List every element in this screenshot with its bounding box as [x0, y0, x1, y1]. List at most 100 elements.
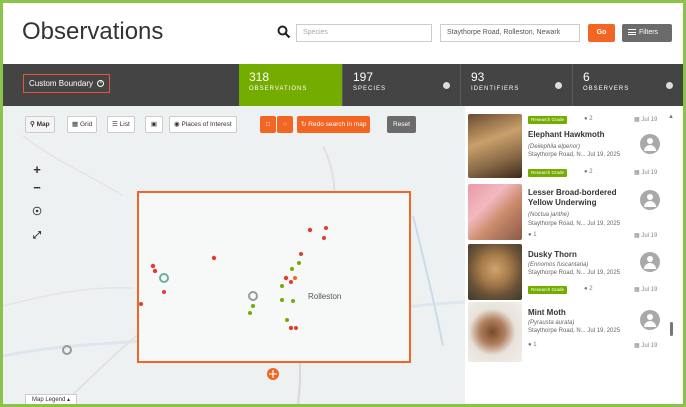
scroll-up-icon[interactable]: ▲ [668, 114, 674, 120]
info-icon [555, 82, 562, 89]
date-value: Jul 19 [641, 170, 658, 176]
place-value: Staythorpe Road, Rolleston, Newark [447, 29, 561, 36]
map-canvas [3, 135, 465, 404]
id-icon: ● [584, 116, 588, 122]
tab-species[interactable]: 197 SPECIES [343, 64, 461, 106]
id-count: ● 1 [528, 232, 537, 238]
id-count-value: 1 [533, 232, 537, 238]
observation-photo[interactable] [468, 244, 522, 300]
circle-icon: ○ [283, 121, 287, 128]
map-view-label: Map [36, 121, 50, 128]
zoom-out-button[interactable]: − [29, 180, 45, 196]
close-icon[interactable]: × [97, 80, 105, 88]
tab-observers[interactable]: 6 OBSERVERS [573, 64, 683, 106]
id-count-value: 2 [589, 286, 593, 292]
grade-badge: Research Grade [528, 116, 568, 124]
calendar-icon: ▦ [634, 287, 640, 293]
info-icon [443, 82, 450, 89]
common-name[interactable]: Lesser Broad-bordered Yellow Underwing [528, 188, 638, 208]
observation-location: Staythorpe Road, N... Jul 19, 2025 [528, 270, 621, 276]
calendar-icon: ▦ [634, 117, 640, 123]
page-title: Observations [22, 18, 164, 45]
calendar-icon: ▦ [634, 233, 640, 239]
stats-bar: Custom Boundary × 318 OBSERVATIONS 197 S… [3, 64, 683, 106]
observation-photo[interactable] [468, 184, 522, 240]
id-icon: ● [528, 342, 532, 348]
grade-badge: Research Grade [528, 169, 568, 177]
species-input[interactable]: Species [296, 24, 432, 42]
id-icon: ● [584, 169, 588, 175]
observation-date: ▦ Jul 19 [634, 342, 657, 349]
draw-rectangle-button[interactable]: □ [260, 116, 276, 133]
locate-icon[interactable]: ☉ [29, 204, 45, 220]
filters-icon [628, 29, 636, 36]
place-input[interactable]: Staythorpe Road, Rolleston, Newark [440, 24, 580, 42]
map-view-button[interactable]: ⚲ Map [25, 116, 55, 133]
id-count: ● 2 [584, 286, 593, 292]
observation-date: ▦ Jul 19 [634, 169, 657, 176]
id-icon: ● [584, 286, 588, 292]
date-value: Jul 19 [641, 343, 658, 349]
map-legend-label: Map Legend [32, 397, 66, 403]
map-legend-button[interactable]: Map Legend ▴ [25, 394, 78, 404]
search-icon[interactable] [277, 25, 291, 39]
tab-identifiers[interactable]: 93 IDENTIFIERS [461, 64, 573, 106]
observations-list: Research Grade ● 2 ▦ Jul 19 Elephant Haw… [468, 114, 680, 404]
reset-button[interactable]: Reset [387, 116, 416, 133]
observation-photo[interactable] [468, 114, 522, 178]
avatar[interactable] [640, 252, 660, 272]
id-count-value: 1 [533, 342, 537, 348]
common-name[interactable]: Elephant Hawkmoth [528, 130, 638, 140]
date-value: Jul 19 [641, 117, 658, 123]
custom-boundary-button[interactable]: Custom Boundary × [23, 74, 111, 93]
id-count: ● 2 [584, 116, 593, 122]
places-of-interest-label: Places of Interest [181, 121, 232, 128]
common-name[interactable]: Mint Moth [528, 308, 638, 318]
draw-circle-button[interactable]: ○ [277, 116, 293, 133]
rectangle-icon: □ [266, 121, 270, 128]
avatar[interactable] [640, 310, 660, 330]
map-view[interactable]: ⚲ Map ▦ Grid ☰ List ▣ ◉ Places of Intere… [3, 106, 465, 404]
id-icon: ● [528, 232, 532, 238]
list-view-label: List [119, 121, 130, 128]
town-label: Rolleston [308, 292, 342, 301]
observation-date: ▦ Jul 19 [634, 232, 657, 239]
info-icon [666, 82, 673, 89]
list-view-button[interactable]: ☰ List [107, 116, 135, 133]
observation-location: Staythorpe Road, N... Jul 19, 2025 [528, 152, 621, 158]
observation-date: ▦ Jul 19 [634, 286, 657, 293]
grid-view-button[interactable]: ▦ Grid [67, 116, 98, 133]
scrollbar[interactable] [670, 322, 673, 336]
layers-button[interactable]: ▣ [145, 116, 163, 133]
date-value: Jul 19 [641, 287, 658, 293]
common-name[interactable]: Dusky Thorn [528, 250, 638, 260]
redo-search-label: Redo search in map [308, 121, 367, 128]
redo-search-button[interactable]: ↻ Redo search in map [297, 116, 371, 133]
layers-icon: ▣ [150, 121, 158, 128]
filters-label: Filters [639, 29, 659, 36]
observation-location: Staythorpe Road, N... Jul 19, 2025 [528, 221, 621, 227]
tab-observations[interactable]: 318 OBSERVATIONS [239, 64, 343, 106]
id-count-value: 2 [589, 169, 593, 175]
observation-location: Staythorpe Road, N... Jul 19, 2025 [528, 328, 621, 334]
go-button[interactable]: Go [588, 24, 615, 42]
filters-button[interactable]: Filters [622, 24, 672, 42]
grid-view-label: Grid [79, 121, 93, 128]
avatar[interactable] [640, 134, 660, 154]
id-count: ● 1 [528, 342, 537, 348]
observation-photo[interactable] [468, 302, 522, 362]
scientific-name: (Deilephila elpenor) [528, 144, 581, 150]
observation-date: ▦ Jul 19 [634, 116, 657, 123]
scientific-name: (Pyrausta aurata) [528, 320, 575, 326]
places-of-interest-button[interactable]: ◉ Places of Interest [169, 116, 237, 133]
avatar[interactable] [640, 190, 660, 210]
zoom-in-button[interactable]: + [29, 162, 45, 178]
fullscreen-icon[interactable]: ⤢ [29, 228, 45, 244]
map-pin-icon: ⚲ [30, 121, 35, 128]
grade-badge: Research Grade [528, 286, 568, 294]
species-placeholder: Species [303, 29, 328, 36]
scientific-name: (Noctua janthe) [528, 212, 570, 218]
caret-up-icon: ▴ [67, 397, 71, 403]
calendar-icon: ▦ [634, 170, 640, 176]
id-count-value: 2 [589, 116, 593, 122]
